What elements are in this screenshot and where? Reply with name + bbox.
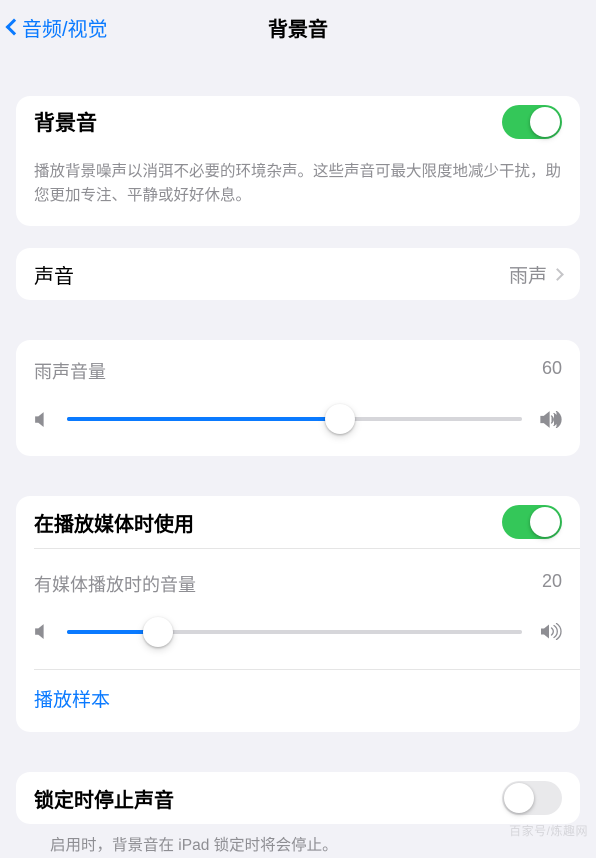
play-sample-button[interactable]: 播放样本 [16,669,580,732]
row-sound-select[interactable]: 声音 雨声 [16,248,580,300]
group-lock-stop: 锁定时停止声音 [16,772,580,824]
lock-stop-description: 启用时，背景音在 iPad 锁定时将会停止。 [16,824,580,858]
page-title: 背景音 [268,13,328,42]
rain-volume-value: 60 [542,358,562,384]
rain-volume-label: 雨声音量 [34,358,106,384]
label-sound: 声音 [34,260,509,289]
media-toggle-switch[interactable] [502,505,562,539]
media-volume-label: 有媒体播放时的音量 [34,571,196,597]
media-volume-block: 有媒体播放时的音量 20 [16,549,580,669]
label-media-toggle: 在播放媒体时使用 [34,508,502,537]
media-volume-value: 20 [542,571,562,597]
back-button[interactable]: 音频/视觉 [8,0,108,54]
label-lock-stop: 锁定时停止声音 [34,784,502,813]
media-volume-slider[interactable] [67,617,522,647]
volume-high-icon [540,411,562,428]
label-background-sound: 背景音 [34,107,502,137]
chevron-left-icon [6,19,23,36]
group-media: 在播放媒体时使用 有媒体播放时的音量 20 [16,496,580,732]
group-sound-select: 声音 雨声 [16,248,580,300]
group-rain-volume: 雨声音量 60 [16,340,580,456]
row-background-sound-toggle: 背景音 [16,96,580,148]
row-media-toggle: 在播放媒体时使用 [16,496,580,548]
background-sound-description: 播放背景噪声以消弭不必要的环境杂声。这些声音可最大限度地减少干扰，助您更加专注、… [16,148,580,226]
value-sound: 雨声 [509,261,547,288]
background-sound-switch[interactable] [502,105,562,139]
rain-volume-slider[interactable] [67,404,522,434]
chevron-right-icon [551,268,564,281]
volume-low-icon [34,623,49,640]
nav-bar: 音频/视觉 背景音 [0,0,596,54]
volume-low-icon [34,411,49,428]
volume-high-icon [540,623,562,640]
row-lock-stop: 锁定时停止声音 [16,772,580,824]
back-label: 音频/视觉 [22,13,108,42]
group-background-sound: 背景音 播放背景噪声以消弭不必要的环境杂声。这些声音可最大限度地减少干扰，助您更… [16,96,580,226]
lock-stop-switch[interactable] [502,781,562,815]
rain-volume-block: 雨声音量 60 [16,340,580,456]
